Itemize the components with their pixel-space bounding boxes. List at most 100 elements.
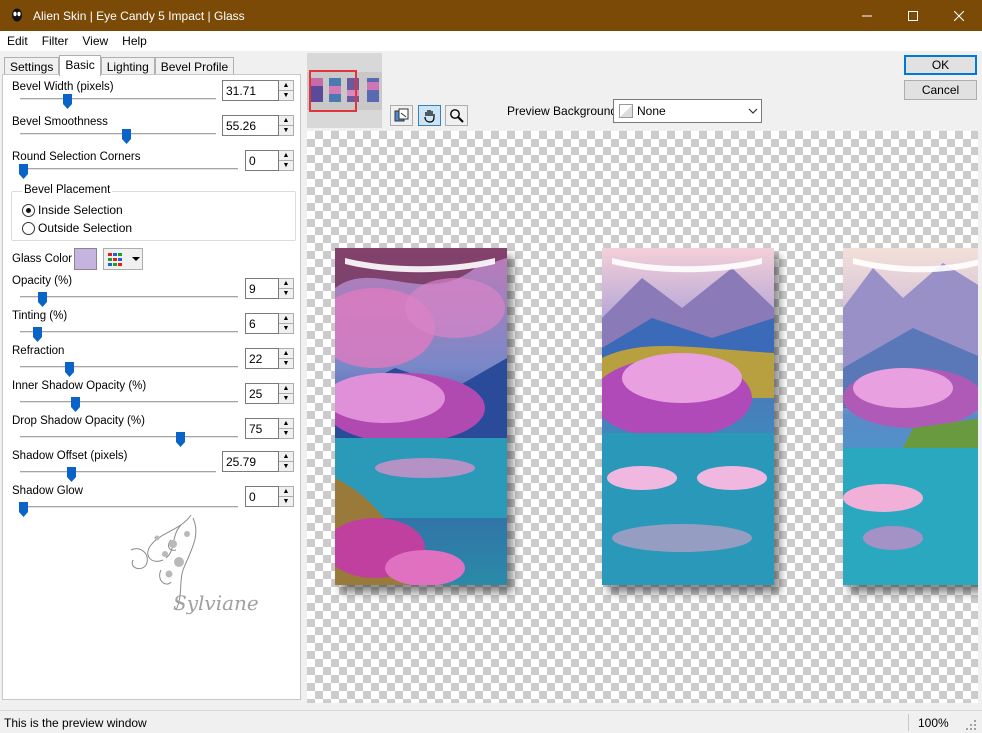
spin-up-icon[interactable]: ▲ — [279, 81, 293, 90]
spin-down-icon[interactable]: ▼ — [279, 125, 293, 135]
inner-shadow-field[interactable]: 25 — [245, 383, 279, 404]
status-bar: This is the preview window 100% — [0, 710, 982, 733]
bevel-smoothness-stepper[interactable]: 55.26 ▲ ▼ — [222, 115, 294, 136]
refraction-slider-track[interactable] — [20, 366, 238, 368]
drop-shadow-slider-thumb[interactable] — [176, 432, 185, 447]
magnifier-icon — [450, 109, 464, 123]
bevel-smoothness-slider-track[interactable] — [20, 133, 216, 135]
minimize-button[interactable] — [844, 0, 890, 31]
shadow-offset-slider-track[interactable] — [20, 471, 216, 473]
spin-up-icon[interactable]: ▲ — [279, 419, 293, 428]
color-picker-button[interactable] — [103, 248, 143, 270]
refraction-field[interactable]: 22 — [245, 348, 279, 369]
menu-edit[interactable]: Edit — [0, 34, 35, 48]
navigator-viewport-box[interactable] — [309, 70, 357, 112]
shadow-offset-field[interactable]: 25.79 — [222, 451, 279, 472]
close-icon — [954, 10, 964, 21]
round-corners-field[interactable]: 0 — [245, 150, 279, 171]
spin-down-icon[interactable]: ▼ — [279, 461, 293, 471]
menu-help[interactable]: Help — [115, 34, 154, 48]
outside-selection-radio[interactable]: Outside Selection — [22, 221, 132, 235]
round-corners-slider-thumb[interactable] — [19, 164, 28, 179]
radio-checked-icon[interactable] — [22, 203, 35, 217]
radio-unchecked-icon[interactable] — [22, 221, 35, 235]
spin-up-icon[interactable]: ▲ — [279, 349, 293, 358]
tab-basic[interactable]: Basic — [59, 55, 101, 76]
shadow-offset-slider-thumb[interactable] — [67, 467, 76, 482]
shadow-offset-stepper[interactable]: 25.79 ▲ ▼ — [222, 451, 294, 472]
inner-shadow-slider-thumb[interactable] — [71, 397, 80, 412]
tinting-slider-thumb[interactable] — [33, 327, 42, 342]
opacity-slider-track[interactable] — [20, 296, 238, 298]
tinting-slider-track[interactable] — [20, 331, 238, 333]
spin-down-icon[interactable]: ▼ — [279, 393, 293, 403]
shadow-glow-field[interactable]: 0 — [245, 486, 279, 507]
tab-settings[interactable]: Settings — [4, 57, 60, 75]
glass-color-swatch[interactable] — [74, 248, 97, 270]
spin-up-icon[interactable]: ▲ — [279, 279, 293, 288]
preview-card-center — [602, 248, 774, 585]
resize-grip-icon[interactable] — [963, 717, 977, 731]
menu-view[interactable]: View — [75, 34, 115, 48]
tab-lighting[interactable]: Lighting — [100, 57, 155, 75]
preview-background-select[interactable]: None — [613, 99, 762, 123]
tab-bevel-profile[interactable]: Bevel Profile — [154, 57, 235, 75]
drop-shadow-slider-track[interactable] — [20, 436, 238, 438]
spin-down-icon[interactable]: ▼ — [279, 160, 293, 170]
spin-up-icon[interactable]: ▲ — [279, 314, 293, 323]
cancel-button[interactable]: Cancel — [904, 80, 977, 100]
spin-up-icon[interactable]: ▲ — [279, 116, 293, 125]
glass-color-label: Glass Color — [12, 253, 73, 265]
menu-filter[interactable]: Filter — [35, 34, 76, 48]
shadow-glow-stepper[interactable]: 0 ▲ ▼ — [245, 486, 294, 507]
tinting-stepper[interactable]: 6 ▲ ▼ — [245, 313, 294, 334]
spin-down-icon[interactable]: ▼ — [279, 90, 293, 100]
close-button[interactable] — [936, 0, 982, 31]
view-tool-button[interactable] — [390, 105, 413, 126]
spin-down-icon[interactable]: ▼ — [279, 496, 293, 506]
ok-button[interactable]: OK — [904, 55, 977, 75]
spin-down-icon[interactable]: ▼ — [279, 358, 293, 368]
bevel-width-slider-thumb[interactable] — [63, 94, 72, 109]
spin-up-icon[interactable]: ▲ — [279, 487, 293, 496]
refraction-stepper[interactable]: 22 ▲ ▼ — [245, 348, 294, 369]
bevel-width-stepper[interactable]: 31.71 ▲ ▼ — [222, 80, 294, 101]
opacity-slider-thumb[interactable] — [38, 292, 47, 307]
opacity-stepper[interactable]: 9 ▲ ▼ — [245, 278, 294, 299]
navigator-thumbnail[interactable] — [307, 53, 382, 128]
bevel-smoothness-field[interactable]: 55.26 — [222, 115, 279, 136]
maximize-button[interactable] — [890, 0, 936, 31]
tab-strip: Settings Basic Lighting Bevel Profile — [4, 55, 235, 76]
bevel-smoothness-slider-thumb[interactable] — [122, 129, 131, 144]
spin-down-icon[interactable]: ▼ — [279, 288, 293, 298]
bevel-width-field[interactable]: 31.71 — [222, 80, 279, 101]
chevron-down-icon — [745, 106, 761, 116]
refraction-slider-thumb[interactable] — [65, 362, 74, 377]
spin-down-icon[interactable]: ▼ — [279, 323, 293, 333]
round-corners-stepper[interactable]: 0 ▲ ▼ — [245, 150, 294, 171]
bevel-width-slider-track[interactable] — [20, 98, 216, 100]
dropdown-arrow-icon — [132, 257, 140, 261]
spin-up-icon[interactable]: ▲ — [279, 384, 293, 393]
preview-window[interactable] — [307, 131, 978, 703]
zoom-tool-button[interactable] — [445, 105, 468, 126]
basic-tab-panel: Bevel Width (pixels) 31.71 ▲ ▼ Bevel Smoo… — [2, 74, 301, 700]
inner-shadow-slider-track[interactable] — [20, 401, 238, 403]
round-corners-slider-track[interactable] — [20, 168, 238, 170]
drop-shadow-field[interactable]: 75 — [245, 418, 279, 439]
drop-shadow-stepper[interactable]: 75 ▲ ▼ — [245, 418, 294, 439]
tinting-field[interactable]: 6 — [245, 313, 279, 334]
spin-up-icon[interactable]: ▲ — [279, 452, 293, 461]
opacity-field[interactable]: 9 — [245, 278, 279, 299]
bevel-width-label: Bevel Width (pixels) — [12, 81, 114, 93]
inside-selection-radio[interactable]: Inside Selection — [22, 203, 123, 217]
spin-up-icon[interactable]: ▲ — [279, 151, 293, 160]
shadow-glow-slider-track[interactable] — [20, 506, 238, 508]
mountain-lake-image — [602, 248, 774, 585]
shadow-offset-label: Shadow Offset (pixels) — [12, 450, 128, 462]
hand-tool-button[interactable] — [418, 105, 441, 126]
refraction-label: Refraction — [12, 345, 65, 357]
inner-shadow-stepper[interactable]: 25 ▲ ▼ — [245, 383, 294, 404]
spin-down-icon[interactable]: ▼ — [279, 428, 293, 438]
shadow-glow-slider-thumb[interactable] — [19, 502, 28, 517]
